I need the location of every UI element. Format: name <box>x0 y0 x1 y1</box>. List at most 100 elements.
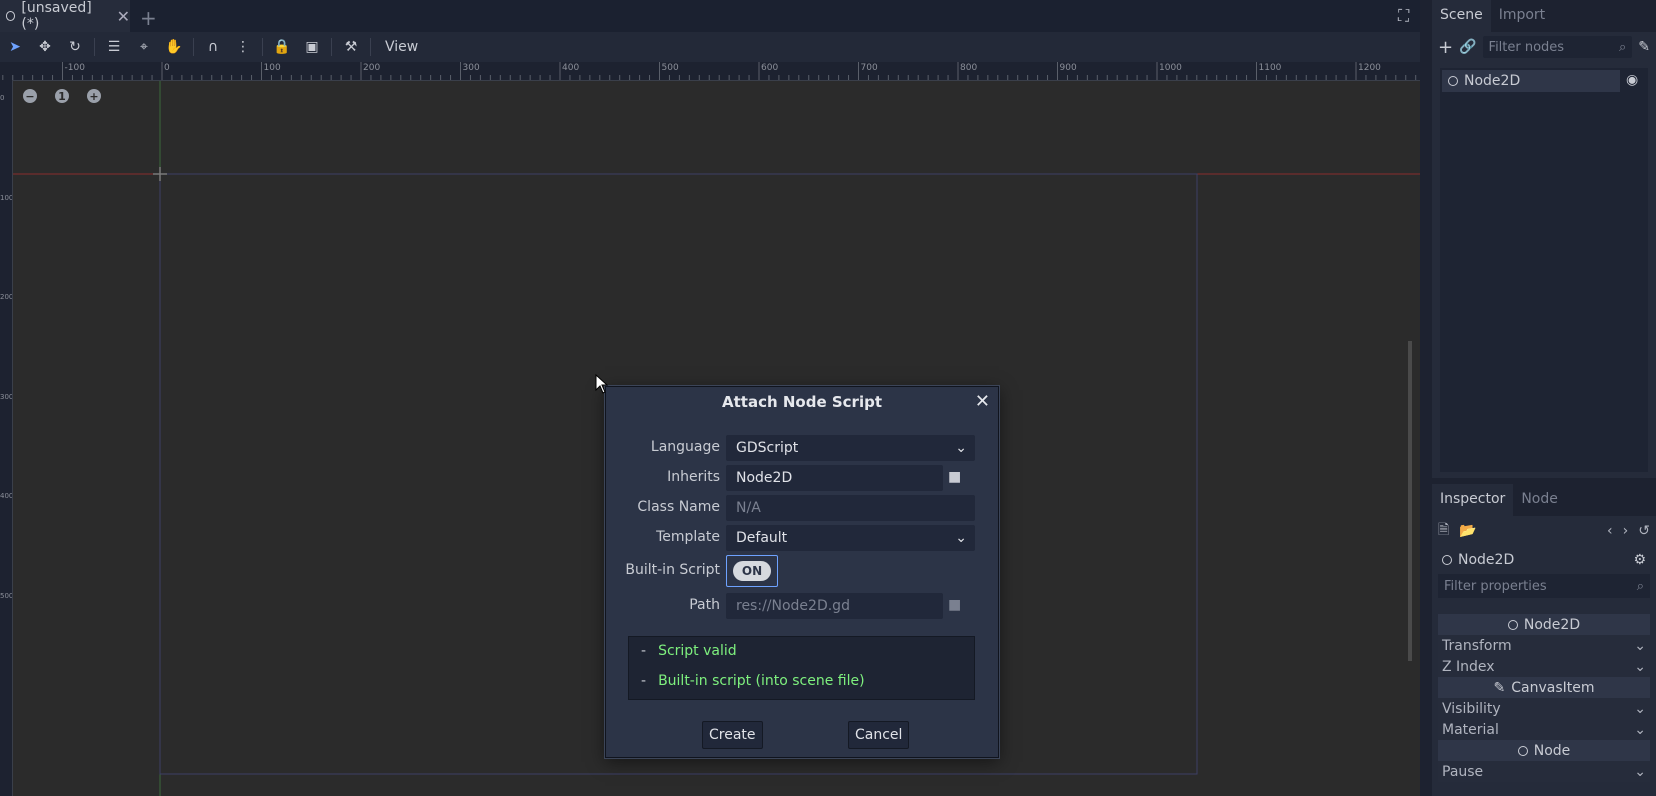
scene-tab-bar <box>0 0 1420 32</box>
visibility-eye-icon[interactable]: ◉ <box>1626 72 1638 88</box>
history-icon[interactable]: ↺ <box>1638 523 1650 539</box>
chevron-down-icon: ⌄ <box>1634 637 1646 654</box>
view-menu[interactable]: View <box>375 39 428 55</box>
template-label: Template <box>656 529 720 545</box>
inherits-label: Inherits <box>667 469 720 485</box>
toolbar-divider <box>94 38 95 56</box>
scene-tree: Node2D ◉ <box>1440 68 1648 472</box>
pencil-icon: ✎ <box>1493 679 1506 696</box>
ruler-tick-label: 200 <box>0 293 13 301</box>
inspector-property[interactable]: Pause ⌄ <box>1438 761 1650 782</box>
inspector-section-label: Node <box>1533 742 1571 759</box>
toolbar-divider <box>370 38 371 56</box>
attach-script-icon[interactable]: ✎ <box>1638 39 1650 55</box>
zoom-in-icon[interactable]: + <box>87 89 101 103</box>
filter-properties-input[interactable]: Filter properties ⌕ <box>1438 574 1650 598</box>
new-resource-icon[interactable]: 🗎 <box>1438 519 1449 543</box>
class-name-input[interactable]: N/A <box>726 495 975 521</box>
chevron-down-icon: ⌄ <box>1634 721 1646 738</box>
toolbar-divider <box>262 38 263 56</box>
tab-import[interactable]: Import <box>1491 0 1553 32</box>
lock-icon[interactable]: 🔒 <box>267 32 297 62</box>
chevron-down-icon: ⌄ <box>1634 700 1646 717</box>
scene-dock: Scene Import + 🔗 Filter nodes ⌕ ✎ Node2D… <box>1432 0 1656 478</box>
add-node-icon[interactable]: + <box>1438 37 1453 58</box>
chevron-down-icon: ⌄ <box>1634 658 1646 675</box>
link-icon[interactable]: 🔗 <box>1459 39 1476 55</box>
search-icon: ⌕ <box>1636 578 1644 594</box>
inspector-property-label: Transform <box>1442 637 1512 654</box>
ruler-left: 0 100 200 300 400 500 <box>0 80 13 796</box>
tab-scene[interactable]: Scene <box>1432 0 1491 32</box>
inspector-property[interactable]: Visibility ⌄ <box>1438 698 1650 719</box>
snap-options-icon[interactable]: ⋮ <box>228 32 258 62</box>
builtin-script-label: Built-in Script <box>625 562 720 578</box>
mouse-cursor-icon <box>595 374 609 394</box>
object-properties-icon[interactable]: ⚙ <box>1633 552 1646 568</box>
status-line: - Script valid <box>641 643 737 659</box>
language-select[interactable]: GDScript ⌄ <box>726 435 975 461</box>
inspector-section[interactable]: Node2D <box>1438 614 1650 635</box>
select-tool-icon[interactable]: ➤ <box>0 32 30 62</box>
folder-icon[interactable]: ■ <box>948 469 961 485</box>
class-name-placeholder: N/A <box>736 500 761 516</box>
create-button[interactable]: Create <box>702 721 763 749</box>
tab-inspector[interactable]: Inspector <box>1432 484 1514 516</box>
toolbar-divider <box>193 38 194 56</box>
zoom-reset-icon[interactable]: 1 <box>55 89 69 103</box>
open-folder-icon[interactable]: 📂 <box>1459 523 1476 539</box>
fullscreen-icon[interactable]: ⛶ <box>1398 6 1409 26</box>
pivot-tool-icon[interactable]: ⌖ <box>129 32 159 62</box>
search-icon: ⌕ <box>1618 39 1627 55</box>
ruler-tick-label: 0 <box>0 94 5 102</box>
bone-tool-icon[interactable]: ⚒ <box>336 32 366 62</box>
move-tool-icon[interactable]: ✥ <box>30 32 60 62</box>
builtin-script-toggle[interactable]: ON <box>726 555 778 587</box>
zoom-out-icon[interactable]: − <box>23 89 37 103</box>
chevron-down-icon: ⌄ <box>955 530 967 546</box>
node-circle-icon <box>6 11 16 21</box>
inspector-node-header: Node2D ⚙ <box>1432 546 1656 574</box>
inspector-section[interactable]: Node <box>1438 740 1650 761</box>
tree-item-node2d[interactable]: Node2D <box>1442 70 1620 92</box>
tab-node[interactable]: Node <box>1513 484 1566 516</box>
path-label: Path <box>689 597 720 613</box>
toolbar-divider <box>331 38 332 56</box>
template-select[interactable]: Default ⌄ <box>726 525 975 551</box>
group-icon[interactable]: ▣ <box>297 32 327 62</box>
toggle-on-label: ON <box>733 561 771 581</box>
cancel-button[interactable]: Cancel <box>848 721 910 749</box>
folder-icon[interactable]: ■ <box>948 597 961 613</box>
back-icon[interactable]: ‹ <box>1607 523 1613 539</box>
pan-tool-icon[interactable]: ✋ <box>159 32 189 62</box>
path-input[interactable]: res://Node2D.gd <box>726 593 943 619</box>
inspector-property-label: Visibility <box>1442 700 1501 717</box>
list-select-icon[interactable]: ☰ <box>99 32 129 62</box>
status-text: Built-in script (into scene file) <box>658 673 865 689</box>
node-circle-icon <box>1442 555 1452 565</box>
inherits-input[interactable]: Node2D <box>726 465 943 491</box>
inspector-property[interactable]: Z Index ⌄ <box>1438 656 1650 677</box>
close-icon[interactable]: ✕ <box>975 391 990 412</box>
inspector-node-name: Node2D <box>1458 552 1515 568</box>
snap-icon[interactable]: ∩ <box>198 32 228 62</box>
inspector-property-label: Z Index <box>1442 658 1495 675</box>
inspector-section-label: CanvasItem <box>1511 679 1595 696</box>
inspector-property[interactable]: Transform ⌄ <box>1438 635 1650 656</box>
chevron-down-icon: ⌄ <box>1634 763 1646 780</box>
language-value: GDScript <box>736 440 799 456</box>
inspector-section[interactable]: ✎ CanvasItem <box>1438 677 1650 698</box>
rotate-tool-icon[interactable]: ↻ <box>60 32 90 62</box>
filter-nodes-input[interactable]: Filter nodes ⌕ <box>1482 36 1633 58</box>
scene-tab[interactable]: [unsaved](*) ✕ <box>0 0 130 32</box>
inspector-property[interactable]: Material ⌄ <box>1438 719 1650 740</box>
ruler-top: -100 0 100 200 300 400 500 600 700 800 900 1000 1100… <box>0 62 1420 81</box>
template-value: Default <box>736 530 788 546</box>
inspector-property-label: Pause <box>1442 763 1484 780</box>
status-line: - Built-in script (into scene file) <box>641 673 865 689</box>
add-tab-icon[interactable]: + <box>140 6 157 30</box>
ruler-tick-label: 500 <box>0 591 13 600</box>
close-icon[interactable]: ✕ <box>117 7 130 26</box>
forward-icon[interactable]: › <box>1623 523 1629 539</box>
scene-tab-title: [unsaved](*) <box>21 0 92 32</box>
